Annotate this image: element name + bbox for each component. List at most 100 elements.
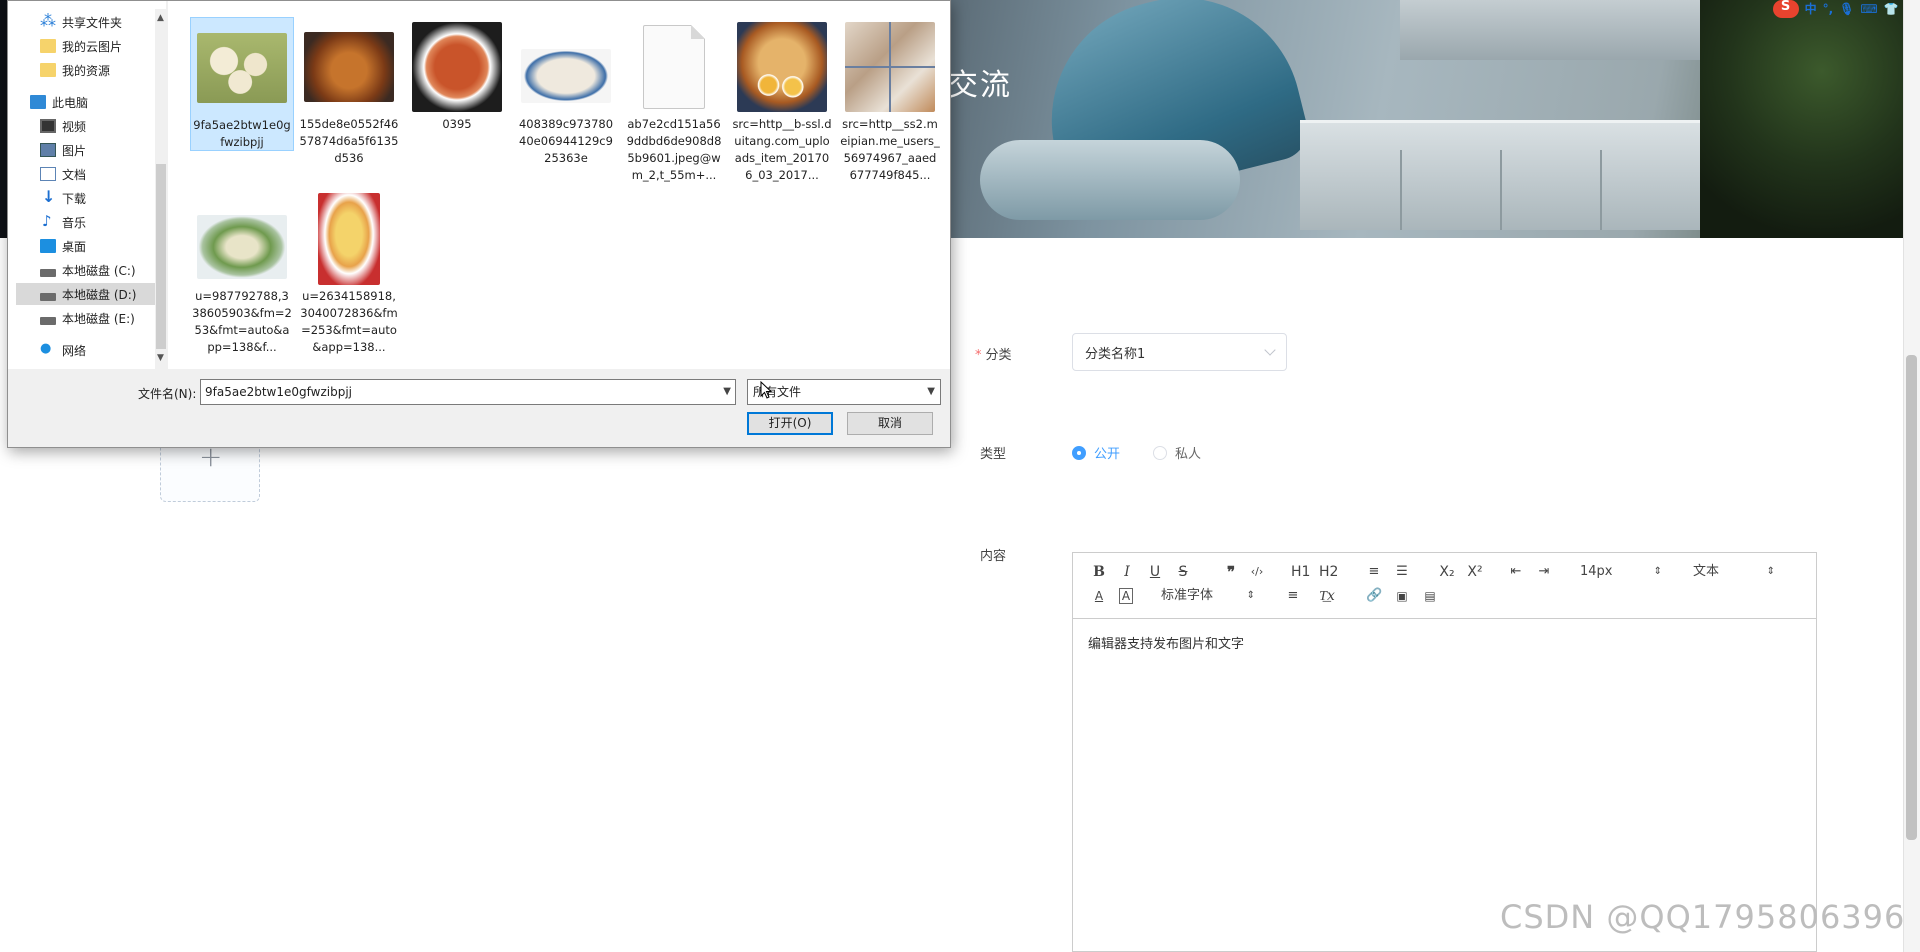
link-icon[interactable]: 🔗 — [1366, 585, 1382, 607]
h2-button[interactable]: H2 — [1319, 561, 1338, 583]
background-color-icon[interactable]: A — [1119, 588, 1133, 604]
file-item[interactable]: 408389c97378040e06944129c925363e — [514, 17, 618, 167]
file-item[interactable]: 0395 — [405, 17, 509, 133]
scroll-up-icon[interactable]: ▲ — [157, 13, 164, 23]
underline-button[interactable]: U — [1147, 561, 1163, 583]
file-name: 0395 — [442, 117, 472, 131]
subscript-button[interactable]: X₂ — [1439, 561, 1455, 583]
nav-item-cloud-pictures[interactable]: 我的云图片 — [40, 35, 122, 57]
dialog-nav-pane: 共享文件夹 我的云图片 我的资源 此电脑 视频 图片 文档 下载 — [8, 1, 167, 369]
category-select-value: 分类名称1 — [1085, 346, 1146, 362]
ordered-list-icon[interactable]: ≡ — [1366, 561, 1382, 583]
align-icon[interactable]: ≡ — [1285, 585, 1301, 607]
folder-icon — [40, 63, 56, 77]
editor-toolbar-row-1: B I U S ❞ ‹/› H1 H2 ≡ ☰ X₂ X² ⇤ ⇥ 14px ⇕ … — [1083, 561, 1806, 585]
file-thumbnail — [411, 21, 503, 113]
file-item[interactable]: u=2634158918,3040072836&fm=253&fmt=auto&… — [297, 189, 401, 356]
filename-input[interactable]: 9fa5ae2btw1e0gfwzibpjj ▼ — [200, 379, 736, 405]
hero-cabinet — [1300, 120, 1720, 230]
nav-item-drive-e[interactable]: 本地磁盘 (E:) — [40, 307, 135, 329]
mic-icon[interactable]: 🎙 — [1839, 2, 1854, 16]
file-name: 408389c97378040e06944129c925363e — [518, 117, 614, 165]
nav-item-videos[interactable]: 视频 — [40, 115, 86, 137]
file-name: 9fa5ae2btw1e0gfwzibpjj — [193, 118, 291, 149]
nav-scrollbar[interactable]: ▲ ▼ — [155, 9, 167, 369]
font-family-select[interactable]: 标准字体 ⇕ — [1161, 585, 1255, 607]
text-color-icon[interactable]: A — [1091, 585, 1107, 607]
blockquote-button[interactable]: ❞ — [1223, 561, 1239, 583]
ime-punct-icon[interactable]: °, — [1823, 2, 1834, 16]
nav-scrollbar-thumb[interactable] — [156, 164, 166, 349]
radio-public-dot[interactable] — [1072, 445, 1086, 460]
indent-icon[interactable]: ⇥ — [1536, 561, 1552, 583]
nav-item-shared-folder[interactable]: 共享文件夹 — [40, 11, 122, 33]
scroll-down-icon[interactable]: ▼ — [157, 353, 164, 363]
nav-item-desktop[interactable]: 桌面 — [40, 235, 86, 257]
file-name: u=987792788,338605903&fm=253&fmt=auto&ap… — [192, 289, 292, 354]
nav-item-this-pc[interactable]: 此电脑 — [30, 91, 88, 113]
hero-cabinet-line — [1400, 150, 1402, 230]
blank-document-icon — [643, 25, 705, 109]
radio-private-label: 私人 — [1175, 447, 1202, 462]
editor-content[interactable]: 编辑器支持发布图片和文字 — [1088, 633, 1244, 652]
h1-button[interactable]: H1 — [1291, 561, 1310, 583]
editor-toolbar: B I U S ❞ ‹/› H1 H2 ≡ ☰ X₂ X² ⇤ ⇥ 14px ⇕ … — [1073, 553, 1816, 619]
type-label: 类型 — [980, 447, 1007, 462]
editor-toolbar-row-2: A A 标准字体 ⇕ ≡ T͟x 🔗 ▣ ▤ — [1083, 585, 1806, 609]
file-type-select[interactable]: 所有文件 ▼ — [747, 379, 941, 405]
drive-icon — [40, 292, 56, 301]
superscript-button[interactable]: X² — [1467, 561, 1483, 583]
category-label: * 分类 — [975, 348, 1012, 363]
ime-chinese-label[interactable]: 中 — [1805, 2, 1817, 16]
radio-private[interactable]: 私人 — [1153, 443, 1201, 462]
nav-item-music[interactable]: 音乐 — [40, 211, 86, 233]
system-tray: S 中 °, 🎙 ⌨ 👕 ▦ — [1769, 0, 1920, 18]
page-scrollbar-thumb[interactable] — [1906, 355, 1917, 840]
chevron-down-icon[interactable]: ▼ — [723, 380, 731, 404]
nav-item-drive-d[interactable]: 本地磁盘 (D:) — [16, 283, 156, 305]
nav-item-drive-c[interactable]: 本地磁盘 (C:) — [40, 259, 136, 281]
radio-private-dot[interactable] — [1153, 445, 1167, 460]
nav-item-my-resources[interactable]: 我的资源 — [40, 59, 110, 81]
nav-item-downloads[interactable]: 下载 — [40, 187, 86, 209]
file-item[interactable]: src=http__ss2.meipian.me_users_56974967_… — [838, 17, 942, 184]
page: 交流 S 中 °, 🎙 ⌨ 👕 ▦ *分类 分类名称1 类型 公开 私人 内容 … — [0, 0, 1920, 952]
file-thumbnail — [736, 21, 828, 113]
bullet-list-icon[interactable]: ☰ — [1394, 561, 1410, 583]
outdent-icon[interactable]: ⇤ — [1508, 561, 1524, 583]
file-item[interactable]: 155de8e0552f4657874d6a5f6135d536 — [297, 17, 401, 167]
shirt-icon[interactable]: 👕 — [1884, 2, 1899, 16]
nav-item-pictures[interactable]: 图片 — [40, 139, 86, 161]
header-select[interactable]: 文本 ⇕ — [1693, 561, 1775, 583]
sogou-icon[interactable]: S — [1772, 0, 1799, 18]
network-icon — [40, 341, 56, 357]
filename-value: 9fa5ae2btw1e0gfwzibpjj — [205, 385, 352, 399]
nav-item-documents[interactable]: 文档 — [40, 163, 86, 185]
keyboard-icon[interactable]: ⌨ — [1860, 2, 1877, 16]
file-item[interactable]: ab7e2cd151a569ddbd6de908d85b9601.jpeg@wm… — [622, 17, 726, 184]
font-size-select[interactable]: 14px ⇕ — [1580, 561, 1662, 583]
picture-icon — [40, 143, 56, 157]
code-block-button[interactable]: ‹/› — [1249, 561, 1265, 583]
file-thumbnail — [196, 22, 288, 114]
file-thumbnail — [844, 21, 936, 113]
nav-item-network[interactable]: 网络 — [40, 339, 86, 361]
dialog-file-grid: 9fa5ae2btw1e0gfwzibpjj 155de8e0552f46578… — [168, 1, 950, 369]
select-arrows-icon: ⇕ — [1653, 566, 1662, 577]
category-select[interactable]: 分类名称1 — [1072, 333, 1287, 371]
open-button[interactable]: 打开(O) — [747, 412, 833, 435]
file-thumbnail — [196, 193, 288, 285]
file-thumbnail — [303, 193, 395, 285]
italic-button[interactable]: I — [1119, 561, 1135, 583]
file-item[interactable]: 9fa5ae2btw1e0gfwzibpjj — [190, 17, 294, 151]
strike-button[interactable]: S — [1175, 561, 1191, 583]
bold-button[interactable]: B — [1091, 561, 1107, 583]
clean-format-button[interactable]: T͟x — [1319, 585, 1335, 607]
radio-public[interactable]: 公开 — [1072, 443, 1120, 462]
cancel-button[interactable]: 取消 — [847, 412, 933, 435]
file-item[interactable]: u=987792788,338605903&fm=253&fmt=auto&ap… — [190, 189, 294, 356]
chevron-down-icon — [1264, 344, 1276, 356]
file-item[interactable]: src=http__b-ssl.duitang.com_uploads_item… — [730, 17, 834, 184]
video-icon[interactable]: ▤ — [1422, 585, 1438, 607]
image-icon[interactable]: ▣ — [1394, 585, 1410, 607]
